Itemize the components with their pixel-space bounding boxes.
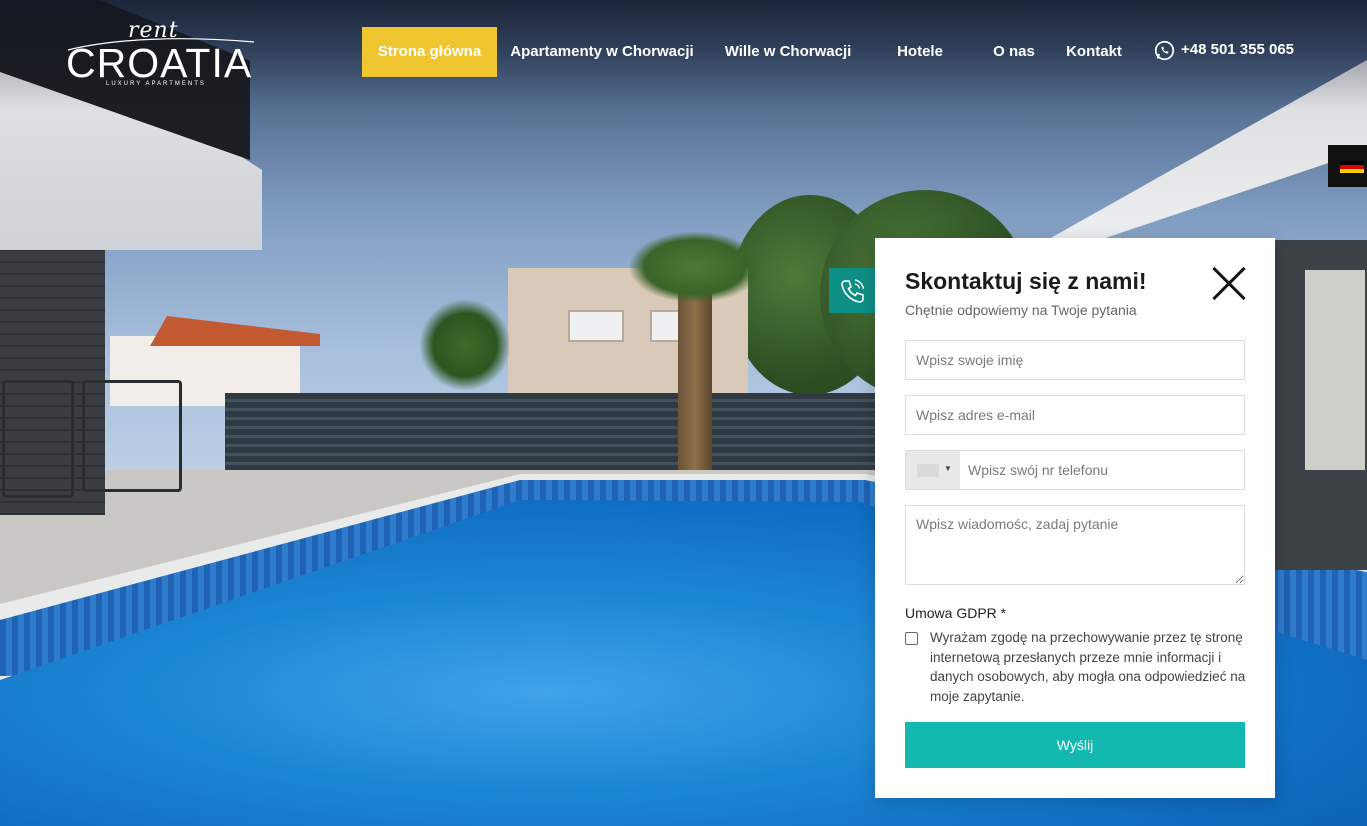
- palm-leaves: [630, 232, 760, 302]
- palm-trunk: [678, 280, 712, 475]
- close-icon[interactable]: [1211, 266, 1247, 302]
- phone-call-icon: [841, 279, 865, 303]
- name-field[interactable]: [905, 340, 1245, 380]
- nav-item-apartments[interactable]: Apartamenty w Chorwacji: [507, 27, 697, 77]
- message-field[interactable]: [905, 505, 1245, 585]
- contact-form-panel: Skontaktuj się z nami! Chętnie odpowiemy…: [875, 238, 1275, 798]
- submit-button[interactable]: Wyślij: [905, 722, 1245, 768]
- email-field[interactable]: [905, 395, 1245, 435]
- lounge-chair: [82, 380, 182, 492]
- form-subtitle: Chętnie odpowiemy na Twoje pytania: [905, 302, 1137, 318]
- logo-tagline: LUXURY APARTMENTS: [106, 81, 206, 87]
- phone-field[interactable]: [960, 451, 1244, 489]
- nav-item-home[interactable]: Strona główna: [362, 27, 497, 77]
- country-code-select[interactable]: ▼: [906, 451, 960, 489]
- header-phone[interactable]: +48 501 355 065: [1154, 38, 1294, 62]
- form-title: Skontaktuj się z nami!: [905, 268, 1147, 294]
- country-flag-icon: [917, 464, 939, 477]
- nav-item-hotels[interactable]: Hotele: [890, 27, 950, 77]
- gdpr-consent-text: Wyrażam zgodę na przechowywanie przez tę…: [930, 630, 1246, 704]
- gdpr-checkbox[interactable]: [905, 632, 918, 645]
- lounge-chair: [2, 380, 74, 498]
- pillar: [1305, 270, 1365, 470]
- de-flag-icon: [1340, 161, 1364, 173]
- language-switcher[interactable]: [1328, 145, 1367, 187]
- palm-tree: [420, 300, 510, 390]
- nav-item-villas[interactable]: Wille w Chorwacji: [718, 27, 858, 77]
- logo-name: CROATIA: [66, 40, 253, 86]
- whatsapp-icon: [1154, 40, 1175, 60]
- phone-field-group: ▼: [905, 450, 1245, 490]
- nav-item-about[interactable]: O nas: [988, 27, 1040, 77]
- gdpr-label: Umowa GDPR *: [905, 605, 1007, 621]
- chevron-down-icon: ▼: [944, 464, 952, 473]
- phone-number: +48 501 355 065: [1181, 41, 1295, 58]
- nav-item-contact[interactable]: Kontakt: [1062, 27, 1126, 77]
- site-logo[interactable]: rent CROATIA LUXURY APARTMENTS: [66, 18, 256, 92]
